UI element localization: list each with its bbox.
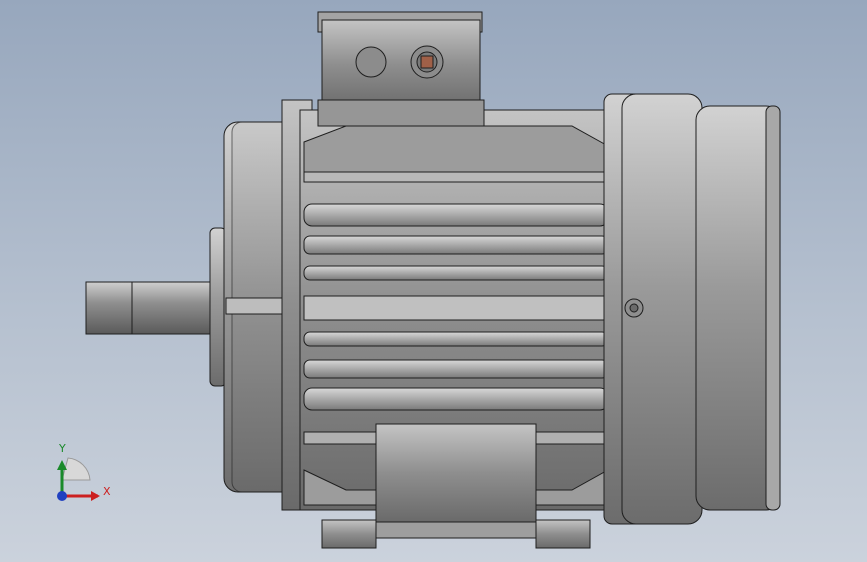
- cad-viewport[interactable]: X Y: [0, 0, 867, 562]
- x-axis-label: X: [103, 485, 111, 498]
- terminal-box[interactable]: [317, 11, 485, 127]
- axis-triad: X Y: [40, 440, 120, 510]
- y-axis-label: Y: [59, 442, 66, 455]
- z-axis-dot: [57, 491, 67, 501]
- motor-model[interactable]: [0, 0, 867, 562]
- axis-triad-graphic: [57, 457, 100, 501]
- fan-cover[interactable]: [603, 93, 781, 525]
- cable-gland-plug[interactable]: [355, 46, 387, 78]
- shaft[interactable]: [85, 281, 217, 335]
